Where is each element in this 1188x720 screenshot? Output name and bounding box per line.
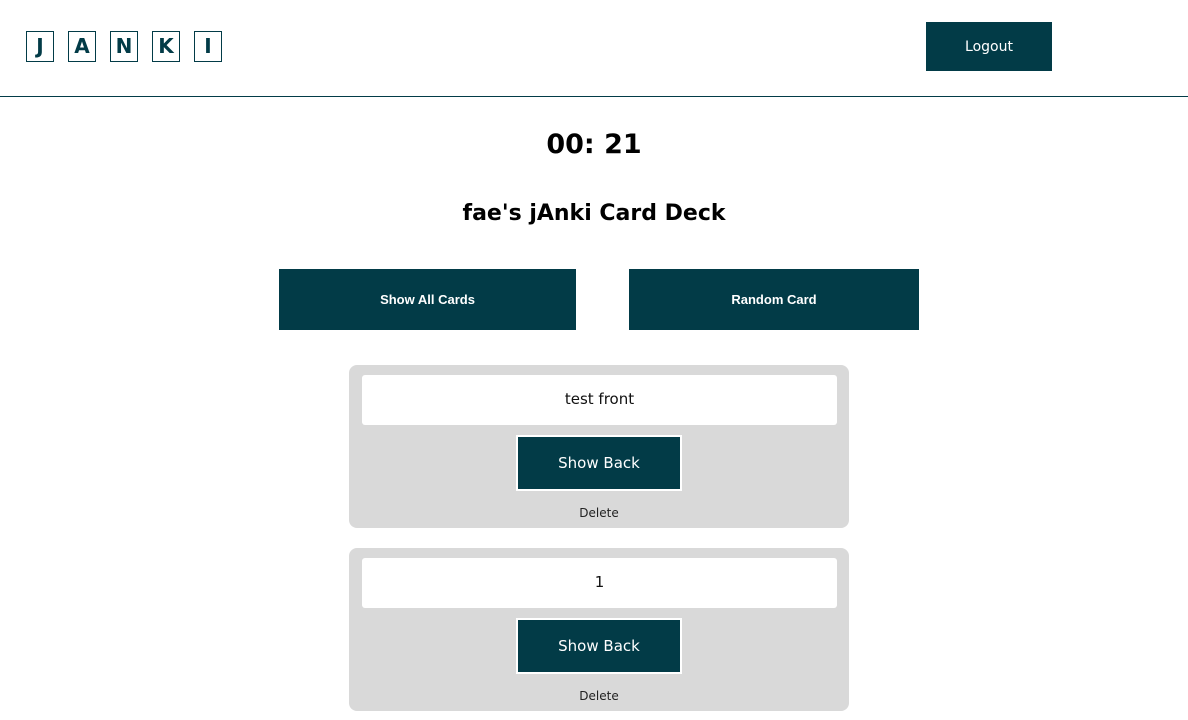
random-card-button[interactable]: Random Card (629, 269, 919, 330)
logout-button[interactable]: Logout (926, 22, 1052, 71)
logo-letter-n: N (110, 31, 138, 62)
timer: 00: 21 (546, 129, 642, 160)
delete-button[interactable]: Delete (349, 689, 849, 703)
card-front-text: 1 (362, 558, 837, 608)
show-back-button[interactable]: Show Back (516, 618, 682, 674)
card: 1 Show Back Delete (349, 548, 849, 711)
logo[interactable]: J A N K I (26, 31, 222, 62)
delete-button[interactable]: Delete (349, 506, 849, 520)
card: test front Show Back Delete (349, 365, 849, 528)
deck-title: fae's jAnki Card Deck (462, 201, 726, 226)
show-back-button[interactable]: Show Back (516, 435, 682, 491)
logo-letter-a: A (68, 31, 96, 62)
header: J A N K I Logout (0, 0, 1188, 97)
show-all-cards-button[interactable]: Show All Cards (279, 269, 576, 330)
logo-letter-i: I (194, 31, 222, 62)
logo-letter-j: J (26, 31, 54, 62)
card-front-text: test front (362, 375, 837, 425)
logo-letter-k: K (152, 31, 180, 62)
